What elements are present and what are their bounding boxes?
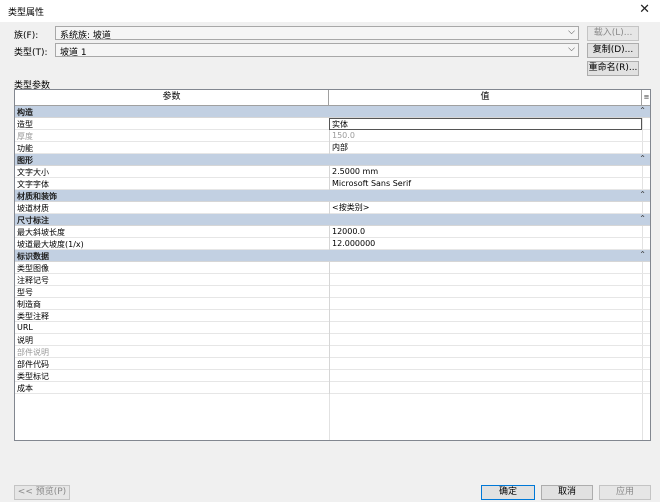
type-label: 类型(T): [14, 48, 48, 58]
parameter-row[interactable]: 类型图像 [15, 262, 650, 274]
parameter-name: 类型图像 [17, 264, 49, 273]
family-label: 族(F): [14, 31, 39, 41]
parameter-value[interactable] [329, 274, 642, 286]
chevron-down-icon: ⌵ [568, 27, 575, 37]
group-label: 图形 [17, 156, 33, 165]
parameter-row[interactable]: 功能 内部 [15, 142, 650, 154]
parameter-name: 最大斜坡长度 [17, 228, 65, 237]
parameter-row[interactable]: 说明 [15, 334, 650, 346]
value-column-header[interactable]: 值 [329, 90, 642, 105]
grid-rows: 构造 ⌃ 造型 实体厚度 150.0 功能 内部图形 ⌃ 文字大小 2.5000 mm 文字字体 Mi… [15, 106, 650, 394]
group-label: 标识数据 [17, 252, 49, 261]
parameter-name: 型号 [17, 288, 33, 297]
parameter-name: 部件代码 [17, 360, 49, 369]
parameter-row[interactable]: 部件说明 [15, 346, 650, 358]
group-header[interactable]: 尺寸标注 ⌃ [15, 214, 650, 226]
parameter-row[interactable]: 注释记号 [15, 274, 650, 286]
group-header[interactable]: 图形 ⌃ [15, 154, 650, 166]
parameter-name: 类型注释 [17, 312, 49, 321]
parameter-value[interactable] [329, 262, 642, 274]
parameter-value[interactable] [329, 298, 642, 310]
parameter-value[interactable]: 12.000000 [329, 238, 642, 250]
apply-button[interactable]: 应用 [599, 485, 651, 500]
parameter-row[interactable]: URL [15, 322, 650, 334]
cancel-button[interactable]: 取消 [541, 485, 593, 500]
parameter-row[interactable]: 最大斜坡长度 12000.0 [15, 226, 650, 238]
duplicate-button[interactable]: 复制(D)... [587, 43, 639, 58]
parameter-value[interactable]: Microsoft Sans Serif [329, 178, 642, 190]
parameter-name: 注释记号 [17, 276, 49, 285]
parameter-value[interactable]: 实体 [329, 118, 642, 130]
parameter-row[interactable]: 造型 实体 [15, 118, 650, 130]
rename-button[interactable]: 重命名(R)... [587, 61, 639, 76]
parameter-name: 类型标记 [17, 372, 49, 381]
parameter-row[interactable]: 类型标记 [15, 370, 650, 382]
parameter-row[interactable]: 文字大小 2.5000 mm [15, 166, 650, 178]
collapse-icon[interactable]: ⌃ [639, 106, 646, 115]
parameter-name: 说明 [17, 336, 33, 345]
parameter-row[interactable]: 坡道材质 <按类别> [15, 202, 650, 214]
parameter-row[interactable]: 类型注释 [15, 310, 650, 322]
parameter-value[interactable]: 2.5000 mm [329, 166, 642, 178]
parameter-value[interactable]: <按类别> [329, 202, 642, 214]
parameter-name: 坡道最大坡度(1/x) [17, 240, 84, 249]
family-select[interactable]: 系统族: 坡道 ⌵ [55, 26, 579, 41]
parameter-value[interactable]: 150.0 [329, 130, 642, 142]
parameter-row[interactable]: 制造商 [15, 298, 650, 310]
preview-button[interactable]: << 预览(P) [14, 485, 70, 500]
parameter-row[interactable]: 型号 [15, 286, 650, 298]
parameter-name: 成本 [17, 384, 33, 393]
parameter-row[interactable]: 厚度 150.0 [15, 130, 650, 142]
parameter-value[interactable] [329, 382, 642, 394]
parameter-grid[interactable]: 参数 值 ≡ 构造 ⌃ 造型 实体厚度 150.0 功能 内部图形 ⌃ 文字大小 2.5000 m… [14, 89, 651, 441]
parameter-name: 文字大小 [17, 168, 49, 177]
close-icon[interactable]: ✕ [639, 3, 650, 17]
parameter-name: 功能 [17, 144, 33, 153]
parameter-name: 造型 [17, 120, 33, 129]
parameter-name: 坡道材质 [17, 204, 49, 213]
parameter-value[interactable] [329, 370, 642, 382]
collapse-icon[interactable]: ⌃ [639, 190, 646, 199]
group-label: 材质和装饰 [17, 192, 57, 201]
group-header[interactable]: 构造 ⌃ [15, 106, 650, 118]
parameter-name: 文字字体 [17, 180, 49, 189]
parameter-value[interactable]: 内部 [329, 142, 642, 154]
type-value: 坡道 1 [60, 48, 87, 58]
parameter-name: 部件说明 [17, 348, 49, 357]
title-bar: 类型属性 ✕ [0, 0, 660, 22]
parameter-value[interactable] [329, 286, 642, 298]
collapse-icon[interactable]: ⌃ [639, 214, 646, 223]
parameter-name: URL [17, 323, 33, 332]
parameter-value[interactable] [329, 322, 642, 334]
family-value: 系统族: 坡道 [60, 31, 111, 41]
parameter-value[interactable]: 12000.0 [329, 226, 642, 238]
group-label: 尺寸标注 [17, 216, 49, 225]
group-label: 构造 [17, 108, 33, 117]
grid-header: 参数 值 ≡ [15, 90, 650, 106]
parameter-name: 制造商 [17, 300, 41, 309]
parameter-value[interactable] [329, 346, 642, 358]
chevron-down-icon: ⌵ [568, 44, 575, 54]
window-title: 类型属性 [8, 8, 45, 18]
ok-button[interactable]: 确定 [481, 485, 535, 500]
load-button[interactable]: 载入(L)... [587, 26, 639, 41]
parameter-value[interactable] [329, 310, 642, 322]
parameter-row[interactable]: 成本 [15, 382, 650, 394]
parameter-value[interactable] [329, 358, 642, 370]
param-column-header[interactable]: 参数 [15, 90, 329, 105]
parameter-row[interactable]: 文字字体 Microsoft Sans Serif [15, 178, 650, 190]
parameter-row[interactable]: 坡道最大坡度(1/x) 12.000000 [15, 238, 650, 250]
collapse-icon[interactable]: ⌃ [639, 154, 646, 163]
collapse-icon[interactable]: ⌃ [639, 250, 646, 259]
parameter-row[interactable]: 部件代码 [15, 358, 650, 370]
parameter-name: 厚度 [17, 132, 33, 141]
parameter-value[interactable] [329, 334, 642, 346]
group-header[interactable]: 材质和装饰 ⌃ [15, 190, 650, 202]
group-header[interactable]: 标识数据 ⌃ [15, 250, 650, 262]
type-select[interactable]: 坡道 1 ⌵ [55, 43, 579, 58]
column-toggle-icon[interactable]: ≡ [642, 90, 650, 105]
